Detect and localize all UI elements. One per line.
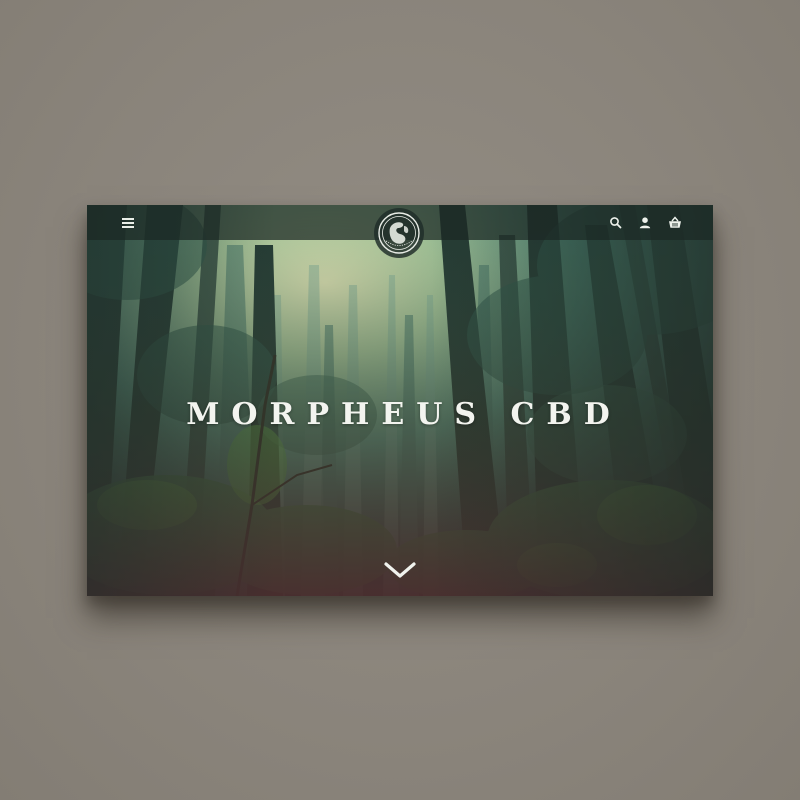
hero-title: MORPHEUS CBD (186, 397, 622, 432)
shopping-basket-icon[interactable] (666, 214, 684, 232)
morpheus-cbd-globe-logo[interactable] (374, 208, 424, 258)
hamburger-menu-icon[interactable] (120, 215, 136, 231)
search-icon[interactable] (607, 214, 625, 232)
website-screenshot: MORPHEUS CBD (87, 205, 713, 596)
chevron-down-icon[interactable] (383, 559, 417, 581)
user-account-icon[interactable] (636, 214, 654, 232)
